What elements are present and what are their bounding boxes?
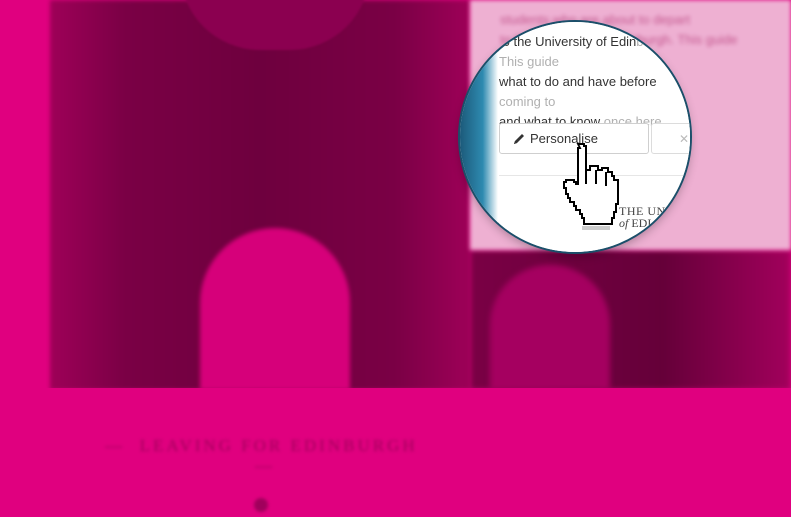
text-line: to the University of Edinburgh. This gui… [499, 32, 689, 72]
logo-line: of EDI [619, 217, 666, 229]
text-segment: what to do and have before [499, 74, 657, 89]
hand-pointer-icon [563, 143, 619, 230]
lens-edge [460, 22, 498, 252]
archway-right [490, 265, 610, 390]
heading-text: LEAVING FOR EDINBURGH [139, 436, 418, 455]
text-segment: to the University of Edin [499, 34, 637, 49]
text-segment-faded: coming to [499, 94, 556, 109]
section-heading: — LEAVING FOR EDINBURGH — [100, 436, 430, 476]
archway [200, 228, 350, 390]
university-logo: THE UN of EDI [619, 205, 666, 229]
text-line: what to do and have before coming to [499, 72, 689, 112]
pencil-icon [514, 134, 524, 144]
heading-dash-right: — [255, 456, 275, 475]
logo-text: EDI [628, 216, 652, 230]
heading-dash-left: — [105, 436, 126, 455]
intro-text: to the University of Edinburgh. This gui… [499, 32, 689, 132]
close-icon: ✕ [679, 132, 690, 146]
scroll-dot-icon[interactable] [254, 498, 268, 512]
